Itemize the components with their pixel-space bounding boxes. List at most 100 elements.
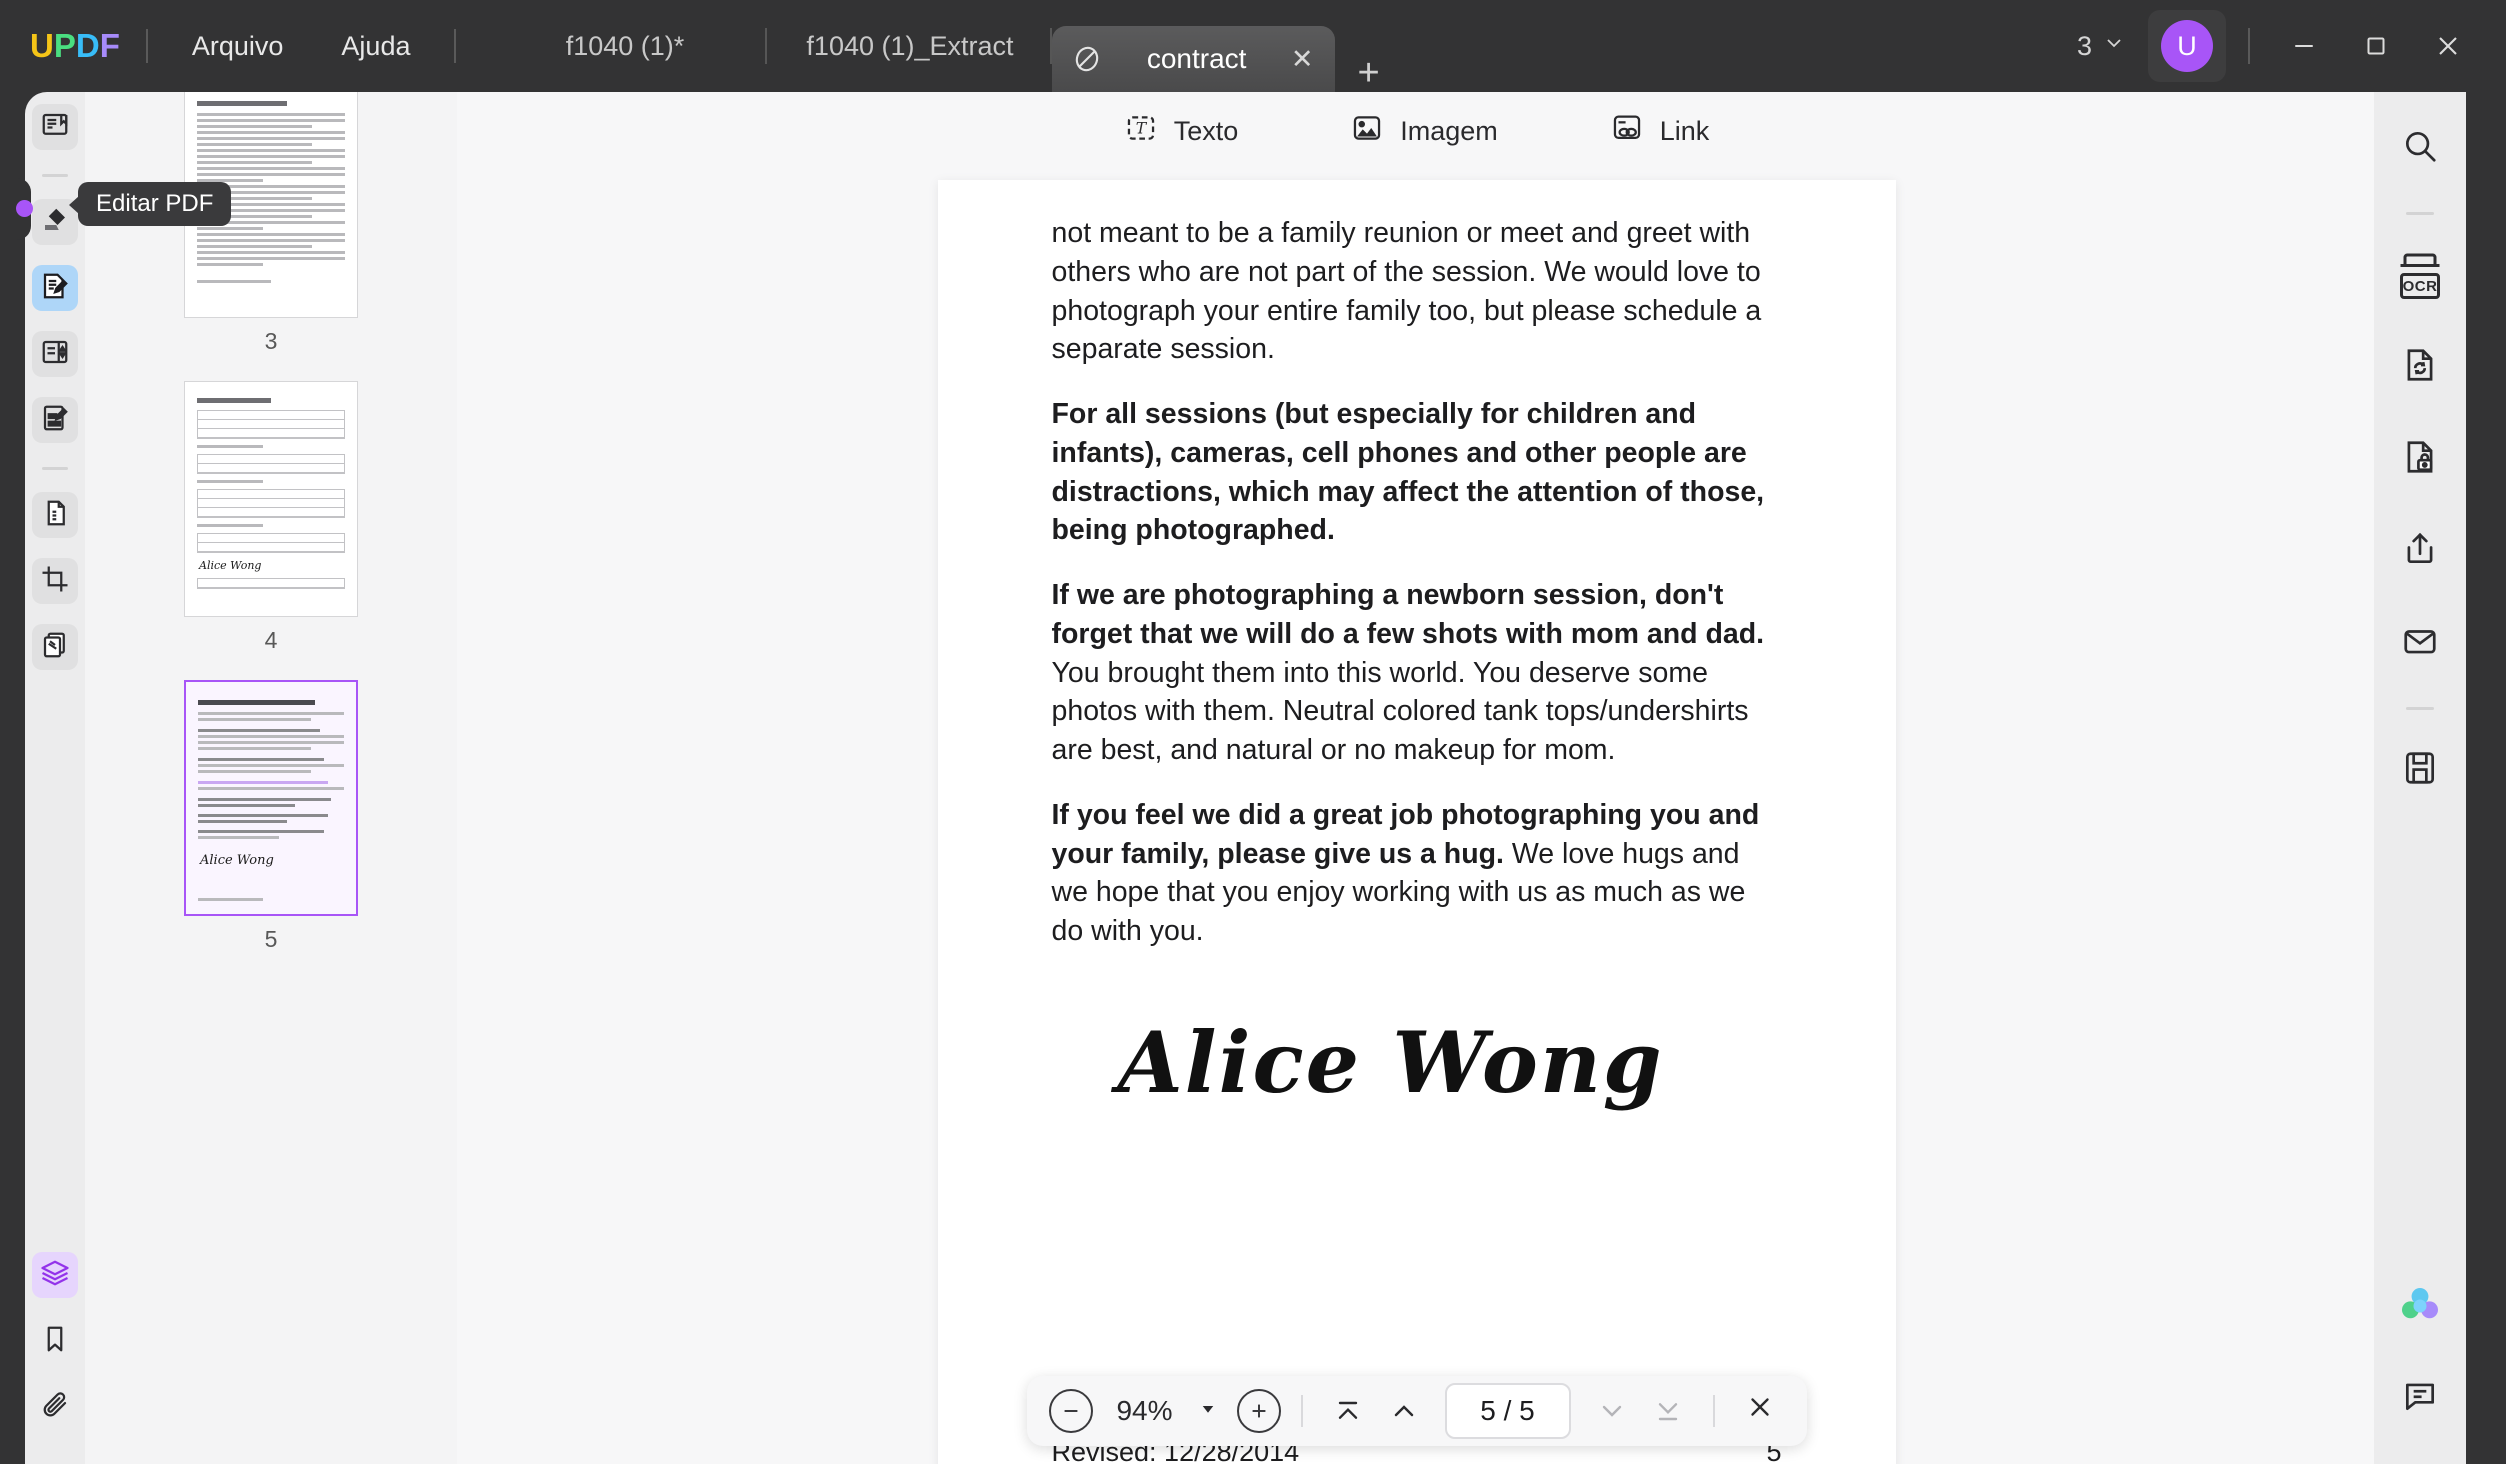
sidebar-item-batch[interactable] bbox=[32, 624, 78, 670]
thumb-line bbox=[197, 524, 263, 527]
thumbnail-item-3[interactable]: 3 bbox=[184, 92, 358, 381]
save-doc-icon bbox=[2401, 749, 2439, 792]
next-page-button[interactable] bbox=[1587, 1387, 1637, 1435]
divider bbox=[2248, 28, 2250, 64]
menu-arquivo[interactable]: Arquivo bbox=[174, 25, 302, 68]
thumb-line bbox=[198, 735, 344, 738]
sidebar-item-reader[interactable] bbox=[32, 104, 78, 150]
zoom-dropdown-caret-icon[interactable] bbox=[1199, 1400, 1217, 1423]
thumb-line bbox=[198, 718, 311, 721]
previous-page-button[interactable] bbox=[1379, 1387, 1429, 1435]
ocr-tool[interactable]: OCR bbox=[2392, 247, 2448, 303]
convert-tool[interactable] bbox=[2392, 339, 2448, 395]
tab-count-label: 3 bbox=[2077, 31, 2092, 62]
paragraph-1[interactable]: not meant to be a family reunion or meet… bbox=[1052, 214, 1782, 369]
tab-contract[interactable]: contract ✕ bbox=[1052, 26, 1335, 92]
close-window-icon[interactable] bbox=[2412, 16, 2484, 76]
sidebar-item-page-copy[interactable] bbox=[32, 492, 78, 538]
paragraph-3[interactable]: If we are photographing a newborn sessio… bbox=[1052, 576, 1782, 770]
ocr-label: OCR bbox=[2400, 273, 2440, 299]
paragraph-2[interactable]: For all sessions (but especially for chi… bbox=[1052, 395, 1782, 550]
page-navigation-toolbar: 94% 5 / 5 bbox=[1027, 1376, 1807, 1446]
sidebar-item-attachments[interactable] bbox=[32, 1384, 78, 1430]
thumb-line bbox=[197, 280, 271, 283]
edit-image-button[interactable]: Imagem bbox=[1340, 105, 1508, 158]
logo-letter-f: F bbox=[100, 27, 120, 65]
unsaved-slash-circle-icon bbox=[1072, 44, 1102, 74]
sidebar-item-layers[interactable] bbox=[32, 1252, 78, 1298]
form-edit-icon bbox=[40, 403, 70, 438]
tab-label: f1040 (1)_Extract bbox=[806, 31, 1013, 62]
signature-field[interactable]: Alice Wong bbox=[1118, 1013, 1782, 1112]
thumb-line bbox=[198, 770, 311, 773]
thumb-line bbox=[197, 155, 345, 158]
updf-logo[interactable]: UPDF bbox=[30, 27, 120, 65]
minimize-icon[interactable] bbox=[2268, 16, 2340, 76]
sidebar-item-form[interactable] bbox=[32, 397, 78, 443]
thumb-line bbox=[197, 101, 287, 106]
tab-count-dropdown[interactable]: 3 bbox=[2077, 31, 2126, 62]
menu-ajuda[interactable]: Ajuda bbox=[323, 25, 428, 68]
search-tool[interactable] bbox=[2392, 120, 2448, 176]
thumb-line bbox=[197, 131, 345, 134]
thumb-line bbox=[198, 781, 328, 784]
comment-tool[interactable] bbox=[2392, 1370, 2448, 1426]
close-icon[interactable]: ✕ bbox=[1291, 46, 1314, 73]
pdf-page[interactable]: not meant to be a family reunion or meet… bbox=[938, 180, 1896, 1464]
thumbnail-number: 3 bbox=[184, 328, 358, 355]
sidebar-item-bookmarks[interactable] bbox=[32, 1318, 78, 1364]
sidebar-item-organize-pages[interactable] bbox=[32, 331, 78, 377]
title-bar: UPDF Arquivo Ajuda f1040 (1)* f1040 (1)_… bbox=[0, 0, 2506, 92]
close-navigation-toolbar-button[interactable] bbox=[1735, 1392, 1785, 1431]
edit-toolbar: T Texto Imagem bbox=[457, 92, 2376, 170]
thumb-line bbox=[197, 149, 345, 152]
thumbnail-page: Alice Wong bbox=[184, 381, 358, 617]
zoom-in-button[interactable] bbox=[1237, 1389, 1281, 1433]
save-as-tool[interactable] bbox=[2392, 742, 2448, 798]
zoom-out-button[interactable] bbox=[1049, 1389, 1093, 1433]
thumbnail-item-4[interactable]: Alice Wong 4 bbox=[184, 381, 358, 680]
bookmark-icon bbox=[40, 1324, 70, 1359]
thumb-line bbox=[198, 787, 344, 790]
edit-link-button[interactable]: Link bbox=[1600, 105, 1720, 158]
logo-letter-p: P bbox=[54, 27, 76, 65]
new-tab-button[interactable]: + bbox=[1357, 54, 1379, 92]
zoom-level-label[interactable]: 94% bbox=[1099, 1395, 1191, 1427]
account-button[interactable]: U bbox=[2148, 10, 2226, 82]
ai-assistant-tool[interactable] bbox=[2392, 1278, 2448, 1334]
highlighter-icon bbox=[40, 205, 70, 240]
divider bbox=[146, 29, 148, 63]
comment-icon bbox=[2401, 1377, 2439, 1420]
thumb-signature: Alice Wong bbox=[200, 853, 352, 868]
thumb-line bbox=[197, 227, 263, 230]
last-page-button[interactable] bbox=[1643, 1387, 1693, 1435]
page-indicator-input[interactable]: 5 / 5 bbox=[1445, 1383, 1571, 1439]
ocr-icon: OCR bbox=[2399, 251, 2441, 299]
edit-text-label: Texto bbox=[1174, 116, 1239, 147]
maximize-icon[interactable] bbox=[2340, 16, 2412, 76]
paragraph-4[interactable]: If you feel we did a great job photograp… bbox=[1052, 796, 1782, 951]
thumb-line bbox=[198, 798, 331, 801]
tab-f1040-1-extract[interactable]: f1040 (1)_Extract bbox=[767, 0, 1052, 92]
paperclip-icon bbox=[40, 1390, 70, 1425]
thumb-line bbox=[197, 167, 345, 170]
divider bbox=[1301, 1395, 1303, 1427]
tooltip-label: Editar PDF bbox=[96, 190, 213, 218]
paragraph-text-bold: For all sessions (but especially for chi… bbox=[1052, 398, 1765, 546]
thumb-line bbox=[197, 263, 263, 266]
page-thumbnail-panel[interactable]: 3 Alice Wong 4 bbox=[85, 92, 457, 1464]
edit-text-button[interactable]: T Texto bbox=[1114, 105, 1249, 158]
divider bbox=[1713, 1395, 1715, 1427]
thumb-line bbox=[198, 820, 287, 823]
active-indicator-dot bbox=[16, 200, 33, 217]
thumbnail-number: 5 bbox=[184, 926, 358, 953]
tab-f1040-1[interactable]: f1040 (1)* bbox=[482, 0, 767, 92]
sidebar-item-edit-pdf[interactable] bbox=[32, 265, 78, 311]
protect-tool[interactable] bbox=[2392, 431, 2448, 487]
share-tool[interactable] bbox=[2392, 523, 2448, 579]
sidebar-item-crop[interactable] bbox=[32, 558, 78, 604]
email-tool[interactable] bbox=[2392, 615, 2448, 671]
thumbnail-item-5[interactable]: Alice Wong 5 bbox=[184, 680, 358, 979]
updf-window: UPDF Arquivo Ajuda f1040 (1)* f1040 (1)_… bbox=[0, 0, 2506, 1464]
first-page-button[interactable] bbox=[1323, 1387, 1373, 1435]
